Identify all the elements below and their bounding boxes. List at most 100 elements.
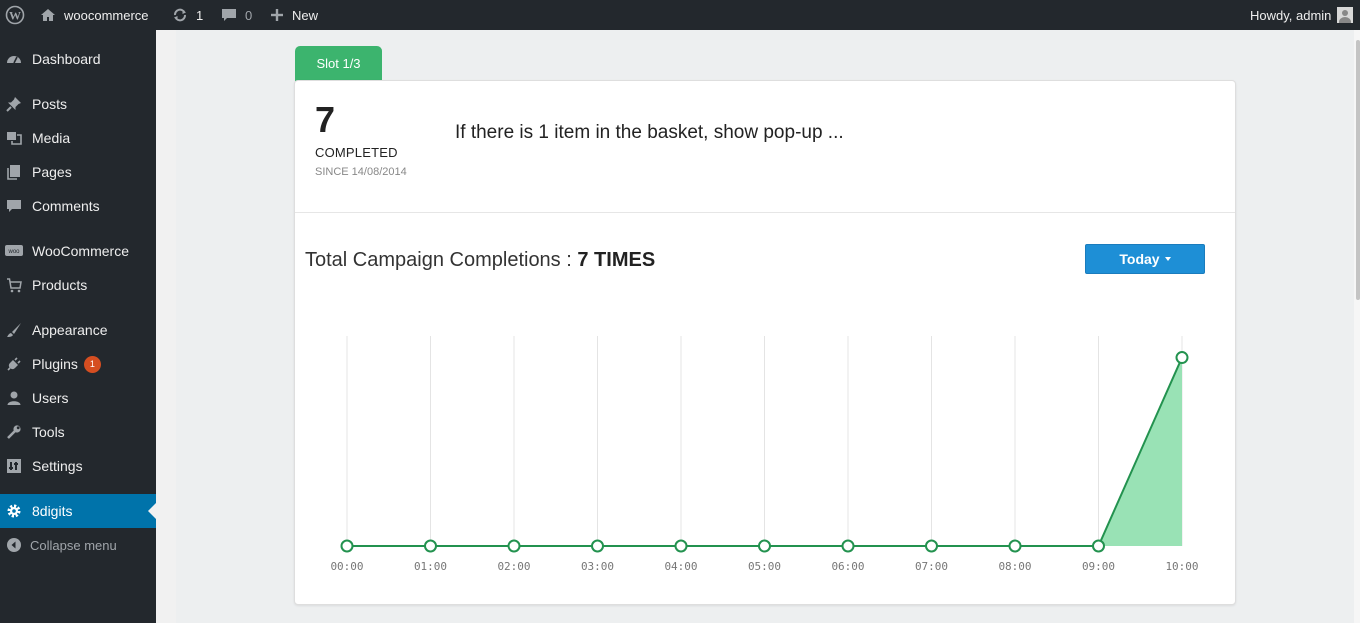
sidebar-item-pages[interactable]: Pages [0, 155, 156, 189]
chart-x-axis-labels: 00:00 01:00 02:00 03:00 04:00 05:00 06:00 07:00… [330, 560, 1198, 573]
comment-icon [221, 7, 237, 23]
sidebar-item-label: Settings [32, 458, 83, 474]
comment-icon [4, 196, 24, 216]
pages-icon [4, 162, 24, 182]
wordpress-logo-button[interactable]: W [5, 0, 25, 30]
brush-icon [4, 320, 24, 340]
chart-point-0300[interactable] [591, 539, 604, 553]
page-scrollbar-thumb[interactable] [1356, 40, 1360, 300]
admin-bar: W woocommerce 1 0 New Howdy, admin [0, 0, 1360, 30]
total-completions-label: Total Campaign Completions : [305, 249, 578, 271]
dashboard-icon [4, 49, 24, 69]
sidebar-item-settings[interactable]: Settings [0, 449, 156, 483]
sidebar-item-label: Appearance [32, 322, 108, 338]
chart-x-tick-label: 06:00 [831, 560, 864, 573]
chart-x-tick-label: 02:00 [497, 560, 530, 573]
user-icon [4, 388, 24, 408]
chart-grid [346, 336, 1183, 546]
collapse-menu-button[interactable]: Collapse menu [0, 528, 156, 562]
sidebar-item-dashboard[interactable]: Dashboard [0, 42, 156, 76]
chart-point-0200[interactable] [507, 539, 521, 553]
sidebar-item-comments[interactable]: Comments [0, 189, 156, 223]
pin-icon [4, 94, 24, 114]
completed-label: COMPLETED [315, 145, 398, 160]
gear-icon [4, 501, 24, 521]
chart-x-tick-label: 04:00 [664, 560, 697, 573]
sidebar-item-plugins[interactable]: Plugins 1 [0, 347, 156, 381]
chart-x-tick-label: 09:00 [1082, 560, 1115, 573]
card-divider [295, 212, 1235, 213]
total-completions-value: 7 TIMES [577, 249, 656, 271]
home-icon [40, 7, 56, 23]
sidebar-item-label: Pages [32, 164, 72, 180]
collapse-menu-label: Collapse menu [30, 537, 117, 553]
collapse-icon [4, 535, 24, 555]
site-name-link[interactable]: woocommerce [40, 0, 149, 30]
sidebar-item-media[interactable]: Media [0, 121, 156, 155]
my-account-link[interactable]: Howdy, admin [1250, 0, 1354, 30]
completion-count: 7 [315, 99, 336, 140]
sidebar-item-label: Products [32, 277, 88, 293]
avatar [1337, 7, 1354, 23]
settings-icon [4, 456, 24, 476]
sidebar-item-tools[interactable]: Tools [0, 415, 156, 449]
media-icon [4, 128, 24, 148]
sidebar-item-label: Dashboard [32, 51, 101, 67]
comments-link[interactable]: 0 [221, 0, 252, 30]
sidebar-item-appearance[interactable]: Appearance [0, 313, 156, 347]
svg-text:W: W [9, 9, 21, 23]
chart-point-0600[interactable] [841, 539, 855, 553]
wrench-icon [4, 422, 24, 442]
sidebar-item-label: Posts [32, 96, 68, 112]
date-range-dropdown[interactable]: Today [1085, 244, 1205, 274]
chart-point-0000[interactable] [340, 539, 354, 553]
plugin-icon [4, 354, 24, 374]
caret-down-icon [1164, 257, 1171, 261]
chart-point-0100[interactable] [424, 539, 437, 553]
new-label: New [292, 7, 319, 23]
new-content-link[interactable]: New [270, 0, 318, 30]
date-range-label: Today [1119, 251, 1160, 267]
completions-chart: 00:00 01:00 02:00 03:00 04:00 05:00 06:00 07:00… [330, 336, 1199, 573]
updates-count: 1 [196, 7, 204, 23]
plugins-update-badge: 1 [83, 355, 101, 373]
sidebar-item-products[interactable]: Products [0, 268, 156, 302]
sidebar-item-label: Comments [32, 198, 100, 214]
chart-x-tick-label: 10:00 [1165, 560, 1198, 573]
chart-x-tick-label: 05:00 [748, 560, 781, 573]
chart-point-0400[interactable] [674, 539, 688, 553]
since-date: SINCE 14/08/2014 [315, 166, 407, 178]
woocommerce-icon: woo [4, 241, 24, 261]
sidebar-item-woocommerce[interactable]: woo WooCommerce [0, 234, 156, 268]
chart-point-0800[interactable] [1008, 539, 1022, 553]
total-completions-heading: Total Campaign Completions : 7 TIMES [305, 249, 655, 272]
comments-count: 0 [245, 7, 253, 23]
updates-icon [172, 7, 188, 23]
sidebar-item-label: Users [32, 390, 69, 406]
chart-x-tick-label: 08:00 [998, 560, 1031, 573]
sidebar-item-users[interactable]: Users [0, 381, 156, 415]
chart-x-tick-label: 00:00 [330, 560, 363, 573]
chart-x-tick-label: 01:00 [414, 560, 447, 573]
chart-point-0900[interactable] [1092, 539, 1105, 553]
wordpress-icon: W [5, 5, 25, 25]
sidebar-item-8digits[interactable]: 8digits [0, 494, 156, 528]
sidebar-item-label: Media [32, 130, 71, 146]
plus-icon [270, 8, 284, 22]
howdy-text: Howdy, admin [1250, 7, 1332, 23]
cart-icon [4, 275, 24, 295]
chart-x-tick-label: 03:00 [581, 560, 614, 573]
sidebar-item-label: 8digits [32, 503, 73, 519]
campaign-description: If there is 1 item in the basket, show p… [455, 122, 844, 143]
chart-point-1000[interactable] [1175, 351, 1189, 365]
chart-x-tick-label: 07:00 [915, 560, 948, 573]
sidebar-item-label: WooCommerce [32, 243, 129, 259]
sidebar-item-posts[interactable]: Posts [0, 87, 156, 121]
updates-link[interactable]: 1 [172, 0, 203, 30]
sidebar-item-label: Tools [32, 424, 65, 440]
chart-point-0700[interactable] [925, 539, 938, 553]
chart-point-0500[interactable] [758, 539, 771, 553]
svg-text:woo: woo [7, 249, 20, 255]
site-name: woocommerce [64, 7, 149, 23]
slot-tab[interactable]: Slot 1/3 [295, 46, 382, 81]
